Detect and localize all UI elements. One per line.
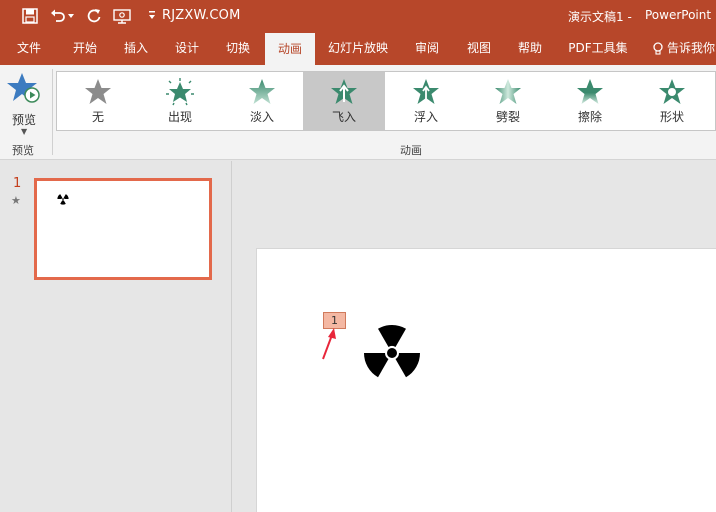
preview-label: 预览 <box>11 113 36 127</box>
star-shape-icon <box>659 79 685 104</box>
tab-home[interactable]: 开始 <box>60 32 110 65</box>
title-bar: RJZXW.COM 演示文稿1 - PowerPoint <box>0 0 716 32</box>
app-name: PowerPoint <box>645 8 712 22</box>
tab-animations[interactable]: 动画 <box>265 33 315 65</box>
animation-none[interactable]: 无 <box>57 72 139 130</box>
animation-wipe[interactable]: 擦除 <box>549 72 631 130</box>
animation-float-in[interactable]: 浮入 <box>385 72 467 130</box>
animation-shape[interactable]: 形状 <box>631 72 713 130</box>
preview-button[interactable]: 预览 ▼ <box>4 71 44 141</box>
ribbon-body: 预览 ▼ 预览 无 出现 淡入 飞入 浮入 劈裂 擦除 形状 动画 <box>0 65 716 160</box>
animation-split[interactable]: 劈裂 <box>467 72 549 130</box>
star-fly-in-icon <box>331 79 357 104</box>
animation-fade[interactable]: 淡入 <box>221 72 303 130</box>
radiation-symbol-icon[interactable] <box>361 322 423 384</box>
group-label-animation: 动画 <box>400 144 422 157</box>
tab-view[interactable]: 视图 <box>456 32 502 65</box>
star-burst-icon <box>166 78 194 106</box>
animation-appear[interactable]: 出现 <box>139 72 221 130</box>
tab-insert[interactable]: 插入 <box>112 32 160 65</box>
redo-icon[interactable] <box>84 6 104 26</box>
slide-canvas[interactable]: 1 <box>256 248 716 512</box>
save-icon[interactable] <box>20 6 40 26</box>
site-label: RJZXW.COM <box>162 8 241 23</box>
tab-file[interactable]: 文件 <box>4 32 54 65</box>
tab-slide-show[interactable]: 幻灯片放映 <box>320 32 396 65</box>
radiation-symbol-icon <box>57 194 69 205</box>
slide-number: 1 <box>13 176 22 191</box>
star-icon <box>85 79 111 104</box>
animation-indicator-icon: ★ <box>11 194 21 207</box>
red-arrow-annotation <box>322 328 336 360</box>
tell-me-label: 告诉我你 <box>667 41 716 55</box>
slide-editing-area: 1 <box>233 161 716 512</box>
animation-fly-in[interactable]: 飞入 <box>303 72 385 130</box>
star-float-in-icon <box>413 79 439 104</box>
lightbulb-icon <box>653 41 663 55</box>
tab-review[interactable]: 审阅 <box>404 32 450 65</box>
tab-help[interactable]: 帮助 <box>507 32 553 65</box>
document-title: 演示文稿1 - <box>568 10 632 24</box>
slide-thumbnail-pane: 1 ★ <box>0 161 232 512</box>
group-label-preview: 预览 <box>12 144 34 157</box>
preview-dropdown-icon[interactable]: ▼ <box>21 127 27 136</box>
preview-star-icon <box>7 73 40 103</box>
tab-design[interactable]: 设计 <box>163 32 211 65</box>
star-wipe-icon <box>577 79 603 104</box>
star-fade-icon <box>249 79 275 104</box>
tab-pdf-tools[interactable]: PDF工具集 <box>560 32 636 65</box>
ribbon-tabs: 文件 开始 插入 设计 切换 动画 幻灯片放映 审阅 视图 帮助 PDF工具集 … <box>0 32 716 65</box>
slide-thumbnail[interactable] <box>34 178 212 280</box>
star-split-icon <box>495 79 521 104</box>
undo-icon[interactable] <box>48 6 68 26</box>
undo-dropdown-icon[interactable] <box>66 6 76 26</box>
animation-gallery: 无 出现 淡入 飞入 浮入 劈裂 擦除 形状 <box>56 71 716 131</box>
tab-transitions[interactable]: 切换 <box>214 32 262 65</box>
group-divider <box>52 69 53 155</box>
tell-me-search[interactable]: 告诉我你 <box>652 32 715 65</box>
customize-toolbar-icon[interactable] <box>148 10 156 22</box>
present-from-start-icon[interactable] <box>112 6 132 26</box>
